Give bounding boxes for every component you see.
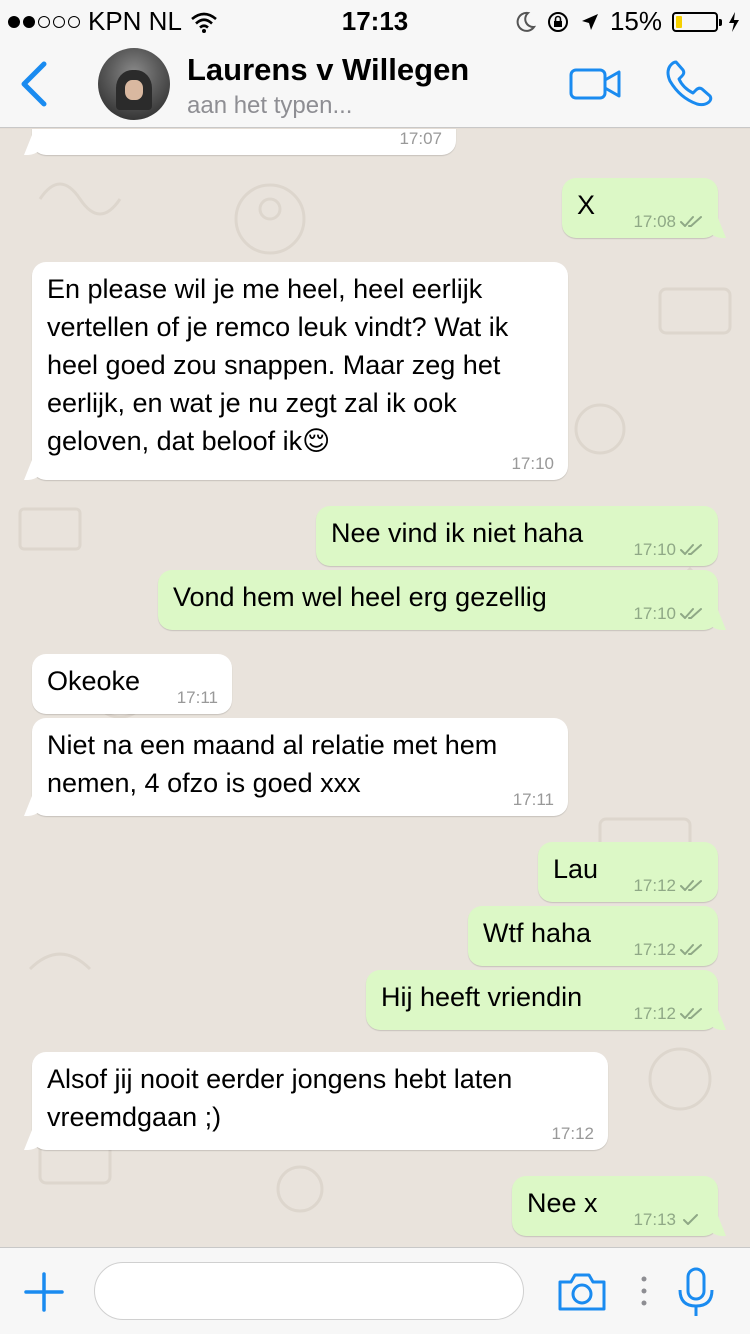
message-meta: 17:07 [399, 129, 442, 149]
message-meta: 17:12 [633, 1004, 704, 1024]
typing-status: aan het typen... [187, 92, 353, 119]
message-meta: 17:13 [633, 1210, 704, 1230]
plus-icon[interactable] [24, 1272, 64, 1312]
contact-name[interactable]: Laurens v Willegen [187, 52, 469, 88]
message-text: Niet na een maand al relatie met hem nem… [47, 730, 498, 798]
incoming-message[interactable]: Okeoke 17:11 [32, 654, 232, 714]
rotation-lock-icon [547, 11, 568, 32]
video-call-icon[interactable] [568, 64, 622, 104]
message-meta: 17:12 [633, 940, 704, 960]
message-meta: 17:10 [633, 604, 704, 624]
battery-icon [672, 11, 722, 32]
double-check-icon [680, 880, 702, 891]
outgoing-message[interactable]: Vond hem wel heel erg gezellig 17:10 [158, 570, 718, 630]
double-check-icon [680, 216, 702, 227]
outgoing-message[interactable]: Nee vind ik niet haha 17:10 [316, 506, 718, 566]
message-time: 17:12 [633, 1004, 676, 1023]
message-text: Vond hem wel heel erg gezellig [173, 582, 547, 612]
message-meta: 17:12 [633, 876, 704, 896]
message-input[interactable] [94, 1262, 524, 1320]
message-time: 17:10 [633, 604, 676, 623]
chat-header: Laurens v Willegen aan het typen... [0, 40, 750, 128]
back-chevron-icon[interactable] [14, 58, 54, 110]
microphone-icon[interactable] [676, 1266, 716, 1318]
status-right: 15% [514, 6, 740, 37]
message-time: 17:13 [633, 1210, 676, 1229]
message-time: 17:12 [633, 876, 676, 895]
outgoing-message[interactable]: Hij heeft vriendin 17:12 [366, 970, 718, 1030]
charging-bolt-icon [729, 11, 739, 32]
message-time: 17:08 [633, 212, 676, 231]
phone-icon[interactable] [664, 58, 714, 108]
battery-percentage: 15% [609, 6, 662, 36]
moon-icon [516, 11, 536, 32]
camera-icon[interactable] [556, 1272, 608, 1312]
message-meta: 17:11 [177, 688, 218, 708]
chat-area[interactable]: 17:07 X 17:08 En please wil je me heel, hee… [0, 129, 750, 1247]
double-check-icon [680, 944, 702, 955]
message-time: 17:12 [633, 940, 676, 959]
input-bar [0, 1247, 750, 1334]
message-time: 17:12 [551, 1124, 594, 1143]
message-meta: 17:10 [633, 540, 704, 560]
message-time: 17:11 [512, 790, 554, 809]
message-time: 17:10 [633, 540, 676, 559]
message-meta: 17:12 [551, 1124, 594, 1144]
message-meta: 17:11 [513, 790, 554, 810]
location-arrow-icon [581, 13, 598, 30]
outgoing-message[interactable]: Wtf haha 17:12 [468, 906, 718, 966]
message-text: En please wil je me heel, heel eerlijk v… [47, 274, 509, 456]
double-check-icon [680, 608, 702, 619]
incoming-message[interactable]: Niet na een maand al relatie met hem nem… [32, 718, 568, 816]
incoming-message[interactable]: En please wil je me heel, heel eerlijk v… [32, 262, 568, 480]
avatar[interactable] [98, 48, 170, 120]
message-time: 17:11 [176, 688, 218, 707]
incoming-message[interactable]: Alsof jij nooit eerder jongens hebt late… [32, 1052, 608, 1150]
single-check-icon [683, 1214, 698, 1225]
more-icon[interactable] [640, 1275, 648, 1307]
status-bar: KPN NL 17:13 15% [0, 0, 750, 40]
double-check-icon [680, 1008, 702, 1019]
message-time: 17:07 [399, 129, 442, 148]
message-text: Alsof jij nooit eerder jongens hebt late… [47, 1064, 513, 1132]
message-meta: 17:10 [511, 454, 554, 474]
outgoing-message[interactable]: Lau 17:12 [538, 842, 718, 902]
message-meta: 17:08 [633, 212, 704, 232]
incoming-message[interactable]: 17:07 [32, 129, 456, 155]
outgoing-message[interactable]: Nee x 17:13 [512, 1176, 718, 1236]
message-time: 17:10 [511, 454, 554, 473]
double-check-icon [680, 544, 702, 555]
outgoing-message[interactable]: X 17:08 [562, 178, 718, 238]
